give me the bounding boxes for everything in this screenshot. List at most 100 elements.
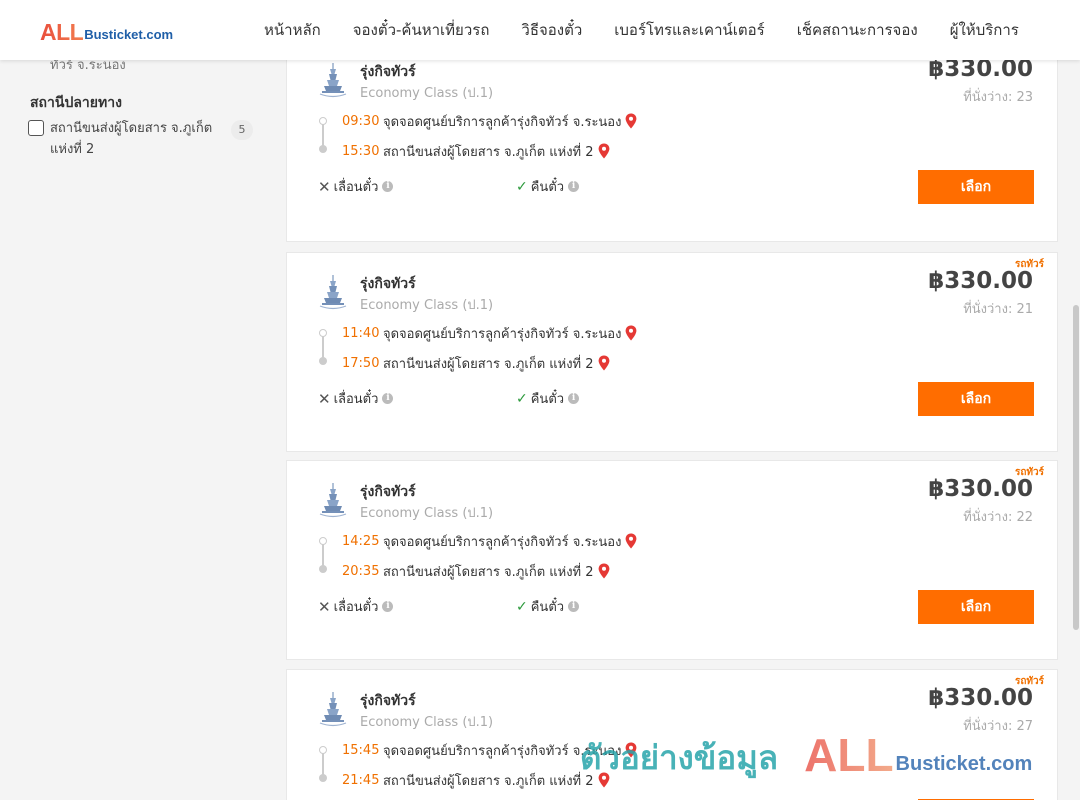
info-icon[interactable]: i [382, 181, 394, 192]
departure-place: จุดจอดศูนย์บริการลูกค้ารุ่งกิจทัวร์ จ.ระ… [383, 743, 622, 759]
departure-dot [319, 329, 327, 337]
map-pin-icon[interactable] [625, 113, 637, 129]
cross-icon: ✕ [318, 389, 331, 408]
temple-logo-icon [319, 63, 347, 98]
departure-row: 09:30 จุดจอดศูนย์บริการลูกค้ารุ่งกิจทัวร… [342, 111, 637, 131]
seats-available: ที่นั่งว่าง: 27 [963, 719, 1033, 734]
page-scrollbar[interactable] [1072, 60, 1080, 800]
main-nav: หน้าหลัก จองตั๋ว-ค้นหาเที่ยวรถ วิธีจองตั… [248, 0, 1035, 60]
departure-row: 11:40 จุดจอดศูนย์บริการลูกค้ารุ่งกิจทัวร… [342, 323, 637, 343]
arrival-row: 21:45 สถานีขนส่งผู้โดยสาร จ.ภูเก็ต แห่งท… [342, 770, 610, 790]
map-pin-icon[interactable] [598, 143, 610, 159]
destination-filter-title: สถานีปลายทาง [30, 95, 122, 111]
departure-row: 15:45 จุดจอดศูนย์บริการลูกค้ารุ่งกิจทัวร… [342, 740, 637, 760]
check-icon: ✓ [516, 178, 528, 195]
arrival-time: 17:50 [342, 355, 380, 371]
info-icon[interactable]: i [568, 181, 580, 192]
operator-name: รุ่งกิจทัวร์ [360, 484, 416, 500]
map-pin-icon[interactable] [598, 563, 610, 579]
logo-all-text: ALL [40, 19, 84, 45]
arrival-place: สถานีขนส่งผู้โดยสาร จ.ภูเก็ต แห่งที่ 2 [383, 564, 594, 580]
ticket-price: ฿330.00 [928, 685, 1033, 711]
trip-card: รุ่งกิจทัวร์ Economy Class (ป.1) ฿330.00… [286, 40, 1058, 242]
seats-available: ที่นั่งว่าง: 22 [963, 510, 1033, 525]
refund-policy: ✓ คืนตั๋ว i [516, 388, 580, 409]
nav-operators[interactable]: ผู้ให้บริการ [934, 18, 1035, 42]
arrival-row: 17:50 สถานีขนส่งผู้โดยสาร จ.ภูเก็ต แห่งท… [342, 353, 610, 373]
cross-icon: ✕ [318, 597, 331, 616]
departure-time: 14:25 [342, 533, 380, 549]
filter-sidebar: ทัวร์ จ.ระนอง สถานีปลายทาง สถานีขนส่งผู้… [0, 58, 285, 800]
reschedule-label: เลื่อนตั๋ว [333, 392, 379, 407]
arrival-place: สถานีขนส่งผู้โดยสาร จ.ภูเก็ต แห่งที่ 2 [383, 773, 594, 789]
route-timeline [319, 533, 327, 573]
info-icon[interactable]: i [382, 393, 394, 404]
departure-place: จุดจอดศูนย์บริการลูกค้ารุ่งกิจทัวร์ จ.ระ… [383, 114, 622, 130]
temple-logo-icon [319, 275, 347, 310]
ticket-price: ฿330.00 [928, 476, 1033, 502]
departure-dot [319, 746, 327, 754]
departure-time: 15:45 [342, 742, 380, 758]
refund-label: คืนตั๋ว [530, 392, 565, 407]
temple-logo-icon [319, 692, 347, 727]
seat-class: Economy Class (ป.1) [360, 86, 494, 101]
departure-place: จุดจอดศูนย์บริการลูกค้ารุ่งกิจทัวร์ จ.ระ… [383, 534, 622, 550]
operator-name: รุ่งกิจทัวร์ [360, 693, 416, 709]
nav-how-to-book[interactable]: วิธีจองตั๋ว [505, 18, 598, 42]
map-pin-icon[interactable] [625, 325, 637, 341]
arrival-time: 21:45 [342, 772, 380, 788]
seat-class: Economy Class (ป.1) [360, 715, 494, 730]
map-pin-icon[interactable] [625, 742, 637, 758]
map-pin-icon[interactable] [598, 772, 610, 788]
departure-dot [319, 537, 327, 545]
trip-card: รถทัวร์ รุ่งกิจทัวร์ Economy Class (ป.1)… [286, 669, 1058, 800]
map-pin-icon[interactable] [625, 533, 637, 549]
nav-home[interactable]: หน้าหลัก [248, 18, 337, 42]
arrival-dot [319, 145, 327, 153]
nav-phone-counters[interactable]: เบอร์โทรและเคาน์เตอร์ [598, 18, 780, 42]
info-icon[interactable]: i [568, 601, 580, 612]
departure-row: 14:25 จุดจอดศูนย์บริการลูกค้ารุ่งกิจทัวร… [342, 531, 637, 551]
reschedule-policy: ✕ เลื่อนตั๋ว i [318, 176, 394, 197]
info-icon[interactable]: i [382, 601, 394, 612]
temple-logo-icon [319, 483, 347, 518]
check-icon: ✓ [516, 598, 528, 615]
seat-class: Economy Class (ป.1) [360, 506, 494, 521]
refund-label: คืนตั๋ว [530, 600, 565, 615]
nav-book-search[interactable]: จองตั๋ว-ค้นหาเที่ยวรถ [337, 18, 506, 42]
departure-place: จุดจอดศูนย์บริการลูกค้ารุ่งกิจทัวร์ จ.ระ… [383, 326, 622, 342]
select-trip-button[interactable]: เลือก [918, 170, 1034, 204]
departure-dot [319, 117, 327, 125]
departure-time: 09:30 [342, 113, 380, 129]
arrival-dot [319, 774, 327, 782]
reschedule-label: เลื่อนตั๋ว [333, 600, 379, 615]
arrival-time: 15:30 [342, 143, 380, 159]
destination-filter-option[interactable]: สถานีขนส่งผู้โดยสาร จ.ภูเก็ต แห่งที่ 2 5 [28, 118, 258, 160]
seat-class: Economy Class (ป.1) [360, 298, 494, 313]
trip-card: รถทัวร์ รุ่งกิจทัวร์ Economy Class (ป.1)… [286, 460, 1058, 660]
arrival-dot [319, 565, 327, 573]
scroll-thumb[interactable] [1073, 305, 1079, 630]
route-timeline [319, 325, 327, 365]
site-logo[interactable]: ALL Busticket.com [40, 18, 173, 44]
arrival-time: 20:35 [342, 563, 380, 579]
seats-available: ที่นั่งว่าง: 23 [963, 90, 1033, 105]
route-timeline [319, 742, 327, 782]
ticket-price: ฿330.00 [928, 268, 1033, 294]
site-header: ALL Busticket.com หน้าหลัก จองตั๋ว-ค้นหา… [0, 0, 1080, 60]
refund-policy: ✓ คืนตั๋ว i [516, 596, 580, 617]
arrival-row: 20:35 สถานีขนส่งผู้โดยสาร จ.ภูเก็ต แห่งท… [342, 561, 610, 581]
refund-label: คืนตั๋ว [530, 180, 565, 195]
destination-checkbox[interactable] [28, 120, 44, 136]
route-timeline [319, 113, 327, 153]
select-trip-button[interactable]: เลือก [918, 382, 1034, 416]
nav-check-booking[interactable]: เช็คสถานะการจอง [781, 18, 934, 42]
operator-name: รุ่งกิจทัวร์ [360, 276, 416, 292]
destination-option-label[interactable]: สถานีขนส่งผู้โดยสาร จ.ภูเก็ต แห่งที่ 2 [50, 118, 220, 160]
info-icon[interactable]: i [568, 393, 580, 404]
map-pin-icon[interactable] [598, 355, 610, 371]
select-trip-button[interactable]: เลือก [918, 590, 1034, 624]
arrival-row: 15:30 สถานีขนส่งผู้โดยสาร จ.ภูเก็ต แห่งท… [342, 141, 610, 161]
reschedule-policy: ✕ เลื่อนตั๋ว i [318, 388, 394, 409]
reschedule-label: เลื่อนตั๋ว [333, 180, 379, 195]
